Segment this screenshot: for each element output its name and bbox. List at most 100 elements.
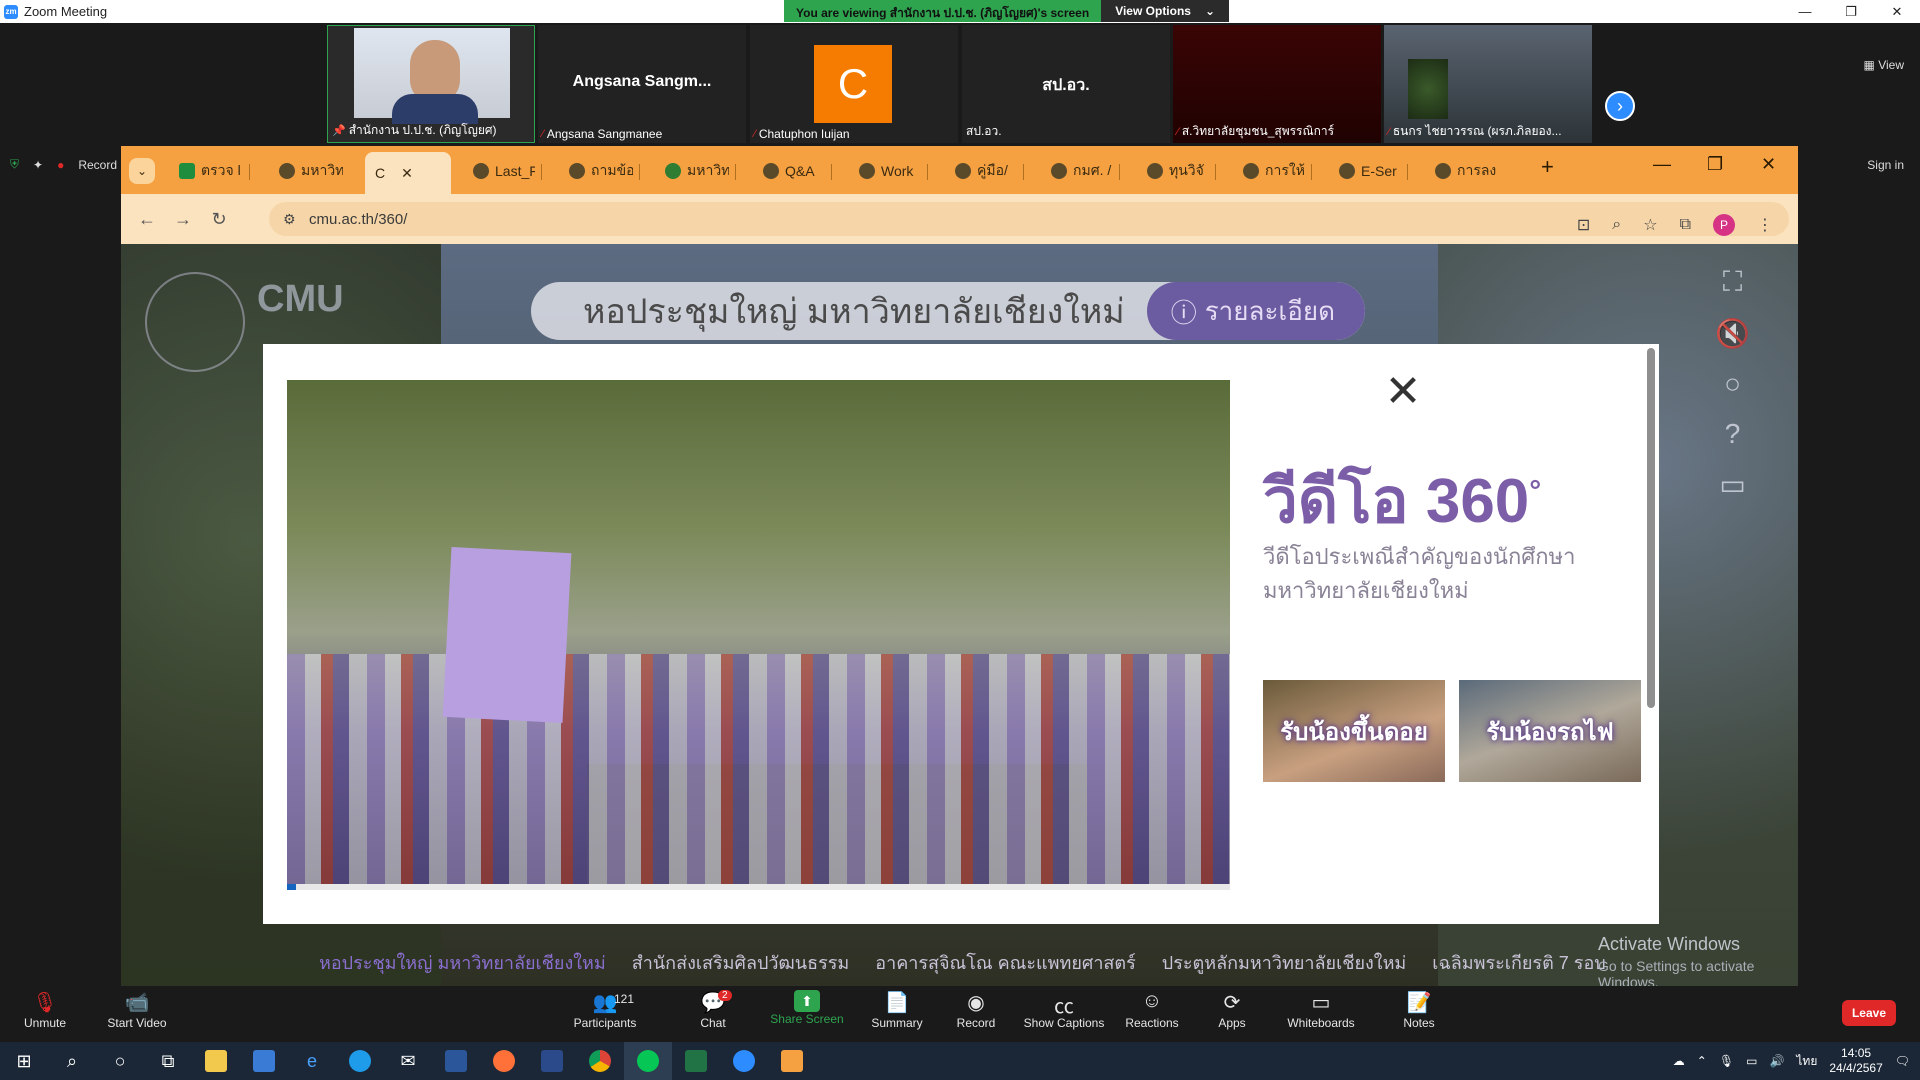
share-screen-button[interactable]: ⬆ Share Screen [762, 990, 852, 1026]
location-item[interactable]: หอประชุมใหญ่ มหาวิทยาลัยเชียงใหม่ [319, 948, 606, 977]
participant-tile[interactable]: สป.อว. สป.อว. [962, 25, 1170, 143]
participant-tile[interactable]: ⁄ ส.วิทยาลัยชุมชน_สุพรรณิการ์ [1173, 25, 1381, 143]
fullscreen-icon[interactable]: ⛶ [1723, 266, 1743, 299]
edge-icon[interactable] [336, 1042, 384, 1080]
details-button[interactable]: ⓘ รายละเอียด [1146, 282, 1366, 340]
search-icon[interactable]: ⌕ [48, 1042, 96, 1080]
chrome-orange-icon[interactable] [768, 1042, 816, 1080]
video-player[interactable] [287, 380, 1230, 884]
tab[interactable]: ทุนวิจั [1147, 156, 1209, 186]
cortana-icon[interactable]: ○ [96, 1042, 144, 1080]
location-item[interactable]: ประตูหลักมหาวิทยาลัยเชียงใหม่ [1162, 948, 1407, 977]
mail-icon[interactable]: ✉ [384, 1042, 432, 1080]
language-indicator[interactable]: ไทย [1796, 1052, 1817, 1071]
menu-icon[interactable]: ⋮ [1757, 215, 1773, 235]
video-thumbnail[interactable]: รับน้องรถไฟ [1459, 680, 1641, 782]
restore-icon[interactable]: ❐ [1828, 0, 1874, 23]
tab[interactable]: E-Ser [1339, 156, 1401, 186]
minimize-icon[interactable]: — [1653, 154, 1671, 175]
chrome-icon[interactable] [576, 1042, 624, 1080]
tab[interactable]: มหาวิท [665, 156, 729, 186]
tab[interactable]: มหาวิท [279, 156, 343, 186]
close-modal-icon[interactable]: ✕ [1383, 370, 1423, 414]
tab[interactable]: ถามข้อ [569, 156, 633, 186]
leave-button[interactable]: Leave [1841, 1000, 1896, 1026]
vr-headset-icon[interactable]: ▭ [1719, 468, 1745, 501]
next-page-icon[interactable]: › [1605, 91, 1635, 121]
mute-icon[interactable]: 🔇 [1715, 317, 1750, 350]
tab-active[interactable]: C ✕ [365, 152, 451, 194]
chevron-up-icon[interactable]: ⌃ [1697, 1054, 1707, 1068]
start-video-button[interactable]: 📹 Start Video [92, 990, 182, 1030]
close-icon[interactable]: ✕ [1874, 0, 1920, 23]
location-item[interactable]: เฉลิมพระเกียรติ 7 รอบ [1432, 948, 1605, 977]
volume-icon[interactable]: 🔊 [1769, 1054, 1784, 1068]
video-progress-bar[interactable] [287, 884, 1230, 890]
site-info-icon[interactable]: ⚙ [283, 211, 296, 228]
tab[interactable]: ตรวจ l [179, 156, 243, 186]
summary-button[interactable]: 📄 Summary [852, 990, 942, 1030]
participant-tile[interactable]: ⁄ ธนกร ไชยาวรรณ (ผรภ.ภิลยอง... [1384, 25, 1592, 143]
reload-icon[interactable]: ↻ [201, 209, 237, 230]
sign-in-link[interactable]: Sign in [1867, 158, 1904, 172]
ie-icon[interactable]: e [288, 1042, 336, 1080]
weather-icon[interactable]: ☁ [1673, 1054, 1685, 1068]
tab[interactable]: Q&A [763, 156, 825, 186]
modal-scrollbar[interactable] [1647, 348, 1655, 708]
back-icon[interactable]: ← [129, 209, 165, 230]
line-icon[interactable] [624, 1042, 672, 1080]
app-icon[interactable] [528, 1042, 576, 1080]
chat-button[interactable]: 💬 2 Chat [668, 990, 758, 1030]
tab-search-icon[interactable]: ⌄ [129, 158, 155, 184]
participants-button[interactable]: 👥 121 Participants [560, 990, 650, 1030]
store-icon[interactable] [240, 1042, 288, 1080]
notes-button[interactable]: 📝 Notes [1374, 990, 1464, 1030]
start-icon[interactable]: ⊞ [0, 1042, 48, 1080]
extensions-icon[interactable]: ⧉ [1680, 216, 1691, 234]
tab[interactable]: Work [859, 156, 921, 186]
excel-icon[interactable] [672, 1042, 720, 1080]
new-tab-icon[interactable]: + [1541, 154, 1554, 180]
location-item[interactable]: สำนักส่งเสริมศิลปวัฒนธรรม [632, 948, 850, 977]
tab[interactable]: คู่มือ/ [955, 156, 1017, 186]
tab[interactable]: การให้ [1243, 156, 1305, 186]
profile-avatar[interactable]: P [1713, 214, 1735, 236]
record-button[interactable]: ◉ Record [931, 990, 1021, 1030]
zoom-app-icon[interactable] [720, 1042, 768, 1080]
reactions-button[interactable]: ☺ Reactions [1107, 990, 1197, 1030]
word-icon[interactable] [432, 1042, 480, 1080]
zoom-icon[interactable]: ⌕ [1612, 216, 1621, 234]
mic-icon[interactable]: 🎙 [1719, 1054, 1734, 1068]
minimize-icon[interactable]: — [1782, 0, 1828, 23]
notification-icon[interactable]: 🗨 [1895, 1054, 1910, 1068]
restore-icon[interactable]: ❐ [1707, 154, 1723, 175]
clock[interactable]: 14:05 24/4/2567 [1829, 1046, 1882, 1076]
location-item[interactable]: อาคารสุจิณโณ คณะแพทยศาสตร์ [875, 948, 1136, 977]
video-thumbnail[interactable]: รับน้องขึ้นดอย [1263, 680, 1445, 782]
address-bar[interactable]: ⚙ cmu.ac.th/360/ ⊡ ⌕ ☆ ⧉ P ⋮ [269, 202, 1789, 236]
unmute-button[interactable]: 🎙 Unmute [0, 990, 90, 1030]
file-explorer-icon[interactable] [192, 1042, 240, 1080]
task-view-icon[interactable]: ⧉ [144, 1042, 192, 1080]
tab[interactable]: การลง [1435, 156, 1497, 186]
apps-button[interactable]: ⟳ Apps [1187, 990, 1277, 1030]
show-captions-button[interactable]: ㏄ Show Captions [1019, 990, 1109, 1030]
close-icon[interactable]: ✕ [1761, 154, 1776, 175]
participant-tile[interactable]: C ⁄ Chatuphon Iuijan [750, 25, 958, 143]
tab[interactable]: กมศ. / [1051, 156, 1113, 186]
whiteboards-button[interactable]: ▭ Whiteboards [1276, 990, 1366, 1030]
star-icon[interactable]: ☆ [1643, 215, 1657, 235]
help-icon[interactable]: ? [1725, 418, 1741, 450]
install-icon[interactable]: ⊡ [1577, 215, 1590, 235]
circle-icon[interactable]: ○ [1724, 368, 1741, 400]
firefox-icon[interactable] [480, 1042, 528, 1080]
participant-tile[interactable]: Angsana Sangm... ⁄ Angsana Sangmanee [538, 25, 746, 143]
tab[interactable]: Last_F [473, 156, 535, 186]
participant-tile[interactable]: 📌 สำนักงาน ป.ป.ช. (ภิญโญยศ) [327, 25, 535, 143]
url-text[interactable]: cmu.ac.th/360/ [309, 211, 407, 228]
view-button[interactable]: ▦ View [1864, 58, 1904, 72]
close-tab-icon[interactable]: ✕ [401, 165, 413, 182]
network-icon[interactable]: ▭ [1746, 1054, 1757, 1068]
forward-icon[interactable]: → [165, 209, 201, 230]
sparkle-icon[interactable]: ✦ [33, 158, 43, 172]
